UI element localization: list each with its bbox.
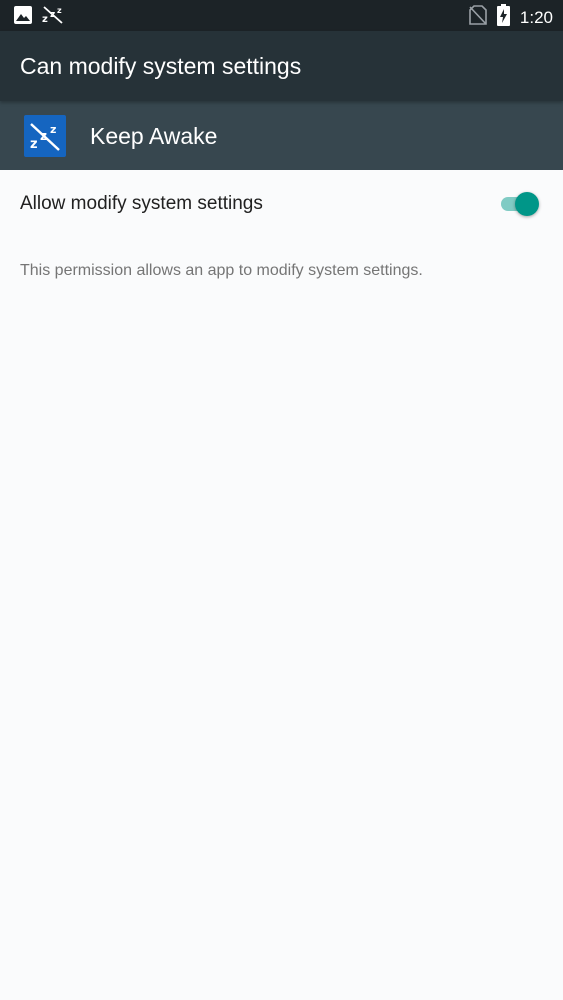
keep-awake-icon: z z z: [24, 115, 66, 157]
battery-charging-icon: [496, 4, 510, 31]
image-icon: [14, 6, 32, 29]
status-time: 1:20: [519, 7, 553, 27]
svg-text:z: z: [30, 137, 38, 152]
status-bar: z z z 1:20: [0, 0, 563, 31]
permission-description: This permission allows an app to modify …: [20, 262, 423, 279]
allow-modify-toggle[interactable]: [499, 192, 541, 216]
svg-text:z: z: [57, 6, 62, 15]
toggle-thumb: [515, 192, 539, 216]
page-title: Can modify system settings: [20, 53, 302, 79]
status-bar-left-icons: z z z: [14, 6, 64, 29]
allow-modify-setting-row[interactable]: Allow modify system settings: [0, 170, 563, 238]
no-sim-icon: [469, 5, 487, 30]
app-name: Keep Awake: [90, 123, 218, 149]
svg-text:z: z: [42, 14, 48, 24]
keep-awake-icon: z z z: [42, 6, 64, 29]
app-header: z z z Keep Awake: [0, 101, 563, 170]
status-bar-right-icons: 1:20: [469, 4, 553, 31]
svg-text:z: z: [50, 123, 56, 136]
toolbar: Can modify system settings: [0, 31, 563, 101]
setting-label: Allow modify system settings: [20, 193, 263, 214]
